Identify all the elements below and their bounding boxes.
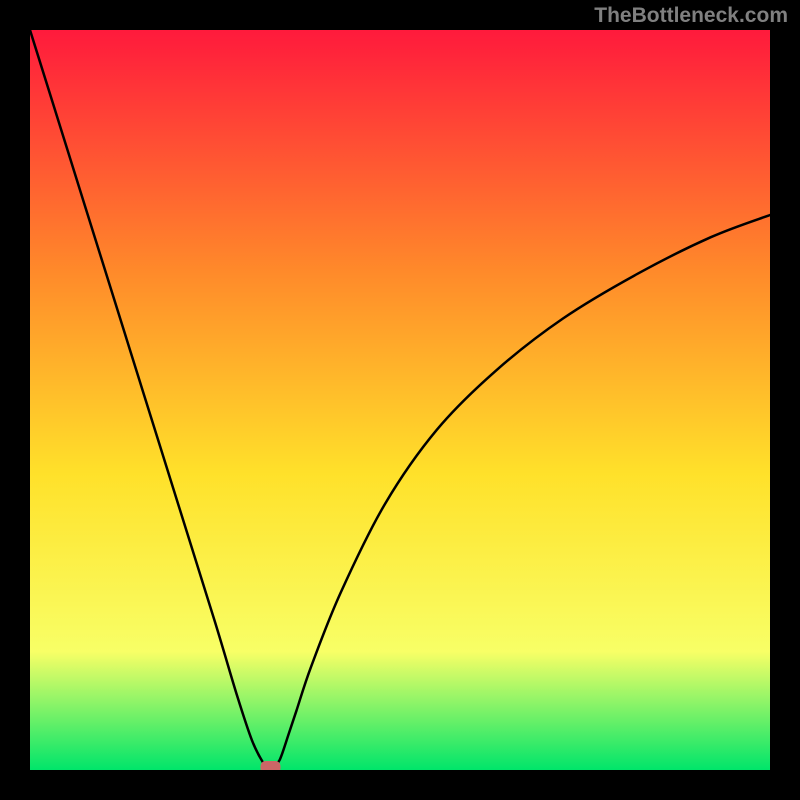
watermark-text: TheBottleneck.com (594, 4, 788, 28)
plot-area (30, 30, 770, 770)
gradient-background (30, 30, 770, 770)
chart-frame: TheBottleneck.com (0, 0, 800, 800)
optimal-marker (261, 761, 281, 770)
chart-svg (30, 30, 770, 770)
